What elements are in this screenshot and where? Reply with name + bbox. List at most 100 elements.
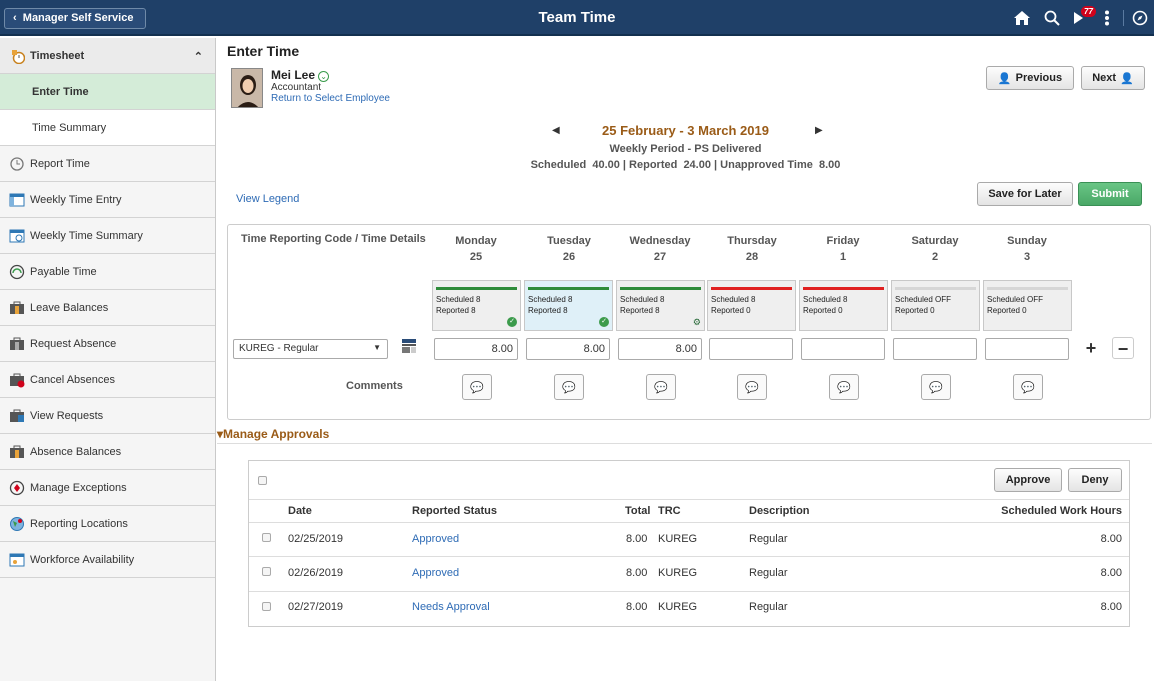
search-icon[interactable]: [1044, 10, 1060, 26]
exception-icon: [9, 480, 25, 496]
previous-button[interactable]: 👤 Previous: [986, 66, 1074, 90]
comment-bubble-icon: 💬: [470, 381, 484, 394]
scheduled-text: Scheduled 8: [620, 295, 665, 304]
sidebar-item-payable-time[interactable]: Payable Time: [0, 254, 215, 290]
comments-label: Comments: [346, 380, 403, 392]
day-header-friday: Friday 1: [798, 233, 888, 265]
row-checkbox[interactable]: [262, 533, 271, 542]
day-header-saturday: Saturday 2: [890, 233, 980, 265]
comment-button[interactable]: 💬: [646, 374, 676, 400]
save-for-later-button[interactable]: Save for Later: [977, 182, 1073, 206]
comment-button[interactable]: 💬: [1013, 374, 1043, 400]
trc-select[interactable]: KUREG - Regular ▼: [233, 339, 388, 359]
back-button[interactable]: ‹ Manager Self Service: [4, 8, 146, 29]
row-checkbox[interactable]: [262, 602, 271, 611]
sidebar-item-reporting-locations[interactable]: Reporting Locations: [0, 506, 215, 542]
column-header-total: Total: [625, 505, 651, 517]
sidebar-item-time-summary[interactable]: Time Summary: [0, 110, 215, 146]
comment-button[interactable]: 💬: [829, 374, 859, 400]
back-button-label: Manager Self Service: [22, 12, 134, 24]
day-status-box[interactable]: Scheduled OFF Reported 0: [983, 280, 1072, 331]
select-all-checkbox[interactable]: [258, 476, 267, 485]
sidebar-item-workforce-availability[interactable]: Workforce Availability: [0, 542, 215, 578]
main-content: Enter Time Mei Lee ⌄ Accountant Return t…: [217, 38, 1154, 681]
hours-input-thursday[interactable]: [709, 338, 793, 360]
next-button-label: Next: [1092, 72, 1117, 84]
day-status-box[interactable]: Scheduled OFF Reported 0: [891, 280, 980, 331]
suitcase-cancel-icon: [9, 372, 25, 388]
sidebar-item-label: Weekly Time Entry: [30, 193, 122, 206]
day-status-box[interactable]: Scheduled 8 Reported 0: [799, 280, 888, 331]
day-status-box[interactable]: Scheduled 8 Reported 0: [707, 280, 796, 331]
status-bar: [620, 287, 701, 290]
comment-button[interactable]: 💬: [462, 374, 492, 400]
sidebar-item-label: Report Time: [30, 157, 90, 170]
row-trc: KUREG: [658, 533, 698, 545]
day-date: 2: [931, 251, 939, 263]
comment-button[interactable]: 💬: [737, 374, 767, 400]
day-status-box[interactable]: Scheduled 8 Reported 8 ✓: [432, 280, 521, 331]
period-title: 25 February - 3 March 2019: [602, 123, 769, 138]
submit-button[interactable]: Submit: [1078, 182, 1142, 206]
timesheet-panel: Time Reporting Code / Time Details Monda…: [227, 224, 1151, 420]
deny-button[interactable]: Deny: [1068, 468, 1122, 492]
hours-input-friday[interactable]: [801, 338, 885, 360]
sidebar-item-view-requests[interactable]: View Requests: [0, 398, 215, 434]
sidebar-item-enter-time[interactable]: Enter Time: [0, 74, 215, 110]
sidebar-item-cancel-absences[interactable]: Cancel Absences: [0, 362, 215, 398]
notifications-icon[interactable]: 77: [1073, 6, 1096, 26]
comment-button[interactable]: 💬: [921, 374, 951, 400]
day-name: Thursday: [727, 235, 777, 247]
manage-approvals-label: Manage Approvals: [223, 427, 330, 441]
sidebar-item-label: Reporting Locations: [30, 517, 128, 530]
app-title: Team Time: [538, 9, 616, 26]
view-legend-link[interactable]: View Legend: [236, 193, 299, 205]
remove-row-button[interactable]: −: [1112, 337, 1134, 359]
navigator-icon[interactable]: [1123, 10, 1148, 26]
day-name: Friday: [826, 235, 860, 247]
day-status-box[interactable]: Scheduled 8 Reported 8 ✓: [524, 280, 613, 331]
manage-approvals-toggle[interactable]: ▾Manage Approvals: [217, 427, 329, 441]
next-button[interactable]: Next 👤: [1081, 66, 1145, 90]
next-period-arrow-icon[interactable]: ▶: [815, 125, 823, 136]
hours-input-wednesday[interactable]: 8.00: [618, 338, 702, 360]
sidebar-group-timesheet[interactable]: Timesheet ⌃: [0, 38, 215, 74]
toolbar-icons: 77: [1013, 6, 1148, 30]
day-name: Saturday: [911, 235, 959, 247]
trc-select-value: KUREG - Regular: [239, 343, 319, 354]
hours-input-monday[interactable]: 8.00: [434, 338, 518, 360]
globe-icon: [9, 516, 25, 532]
row-status-link[interactable]: Approved: [412, 533, 459, 545]
day-status-box[interactable]: Scheduled 8 Reported 8 ⚙: [616, 280, 705, 331]
hours-input-saturday[interactable]: [893, 338, 977, 360]
sidebar-item-request-absence[interactable]: Request Absence: [0, 326, 215, 362]
trc-details-icon[interactable]: [401, 338, 417, 357]
home-icon[interactable]: [1013, 10, 1031, 26]
actions-menu-icon[interactable]: [1104, 10, 1110, 26]
comment-bubble-icon: 💬: [929, 381, 943, 394]
divider: [249, 499, 1129, 500]
sidebar-item-weekly-time-summary[interactable]: Weekly Time Summary: [0, 218, 215, 254]
calendar-summary-icon: [9, 228, 25, 244]
comment-bubble-icon: 💬: [837, 381, 851, 394]
hours-input-tuesday[interactable]: 8.00: [526, 338, 610, 360]
scheduled-text: Scheduled OFF: [895, 295, 952, 304]
sidebar-item-report-time[interactable]: Report Time: [0, 146, 215, 182]
comment-button[interactable]: 💬: [554, 374, 584, 400]
employee-details-chevron-icon[interactable]: ⌄: [318, 70, 330, 82]
approve-button[interactable]: Approve: [994, 468, 1062, 492]
sidebar-item-label: View Requests: [30, 409, 104, 422]
hours-input-sunday[interactable]: [985, 338, 1069, 360]
sidebar-item-weekly-time-entry[interactable]: Weekly Time Entry: [0, 182, 215, 218]
sidebar-item-leave-balances[interactable]: Leave Balances: [0, 290, 215, 326]
sidebar-item-manage-exceptions[interactable]: Manage Exceptions: [0, 470, 215, 506]
row-checkbox[interactable]: [262, 567, 271, 576]
return-to-select-employee-link[interactable]: Return to Select Employee: [271, 93, 390, 104]
add-row-button[interactable]: +: [1080, 337, 1102, 359]
row-total: 8.00: [626, 567, 648, 579]
row-status-link[interactable]: Approved: [412, 567, 459, 579]
row-status-link[interactable]: Needs Approval: [412, 601, 490, 613]
row-description: Regular: [749, 533, 788, 545]
day-date: 27: [653, 251, 667, 263]
sidebar-item-absence-balances[interactable]: Absence Balances: [0, 434, 215, 470]
